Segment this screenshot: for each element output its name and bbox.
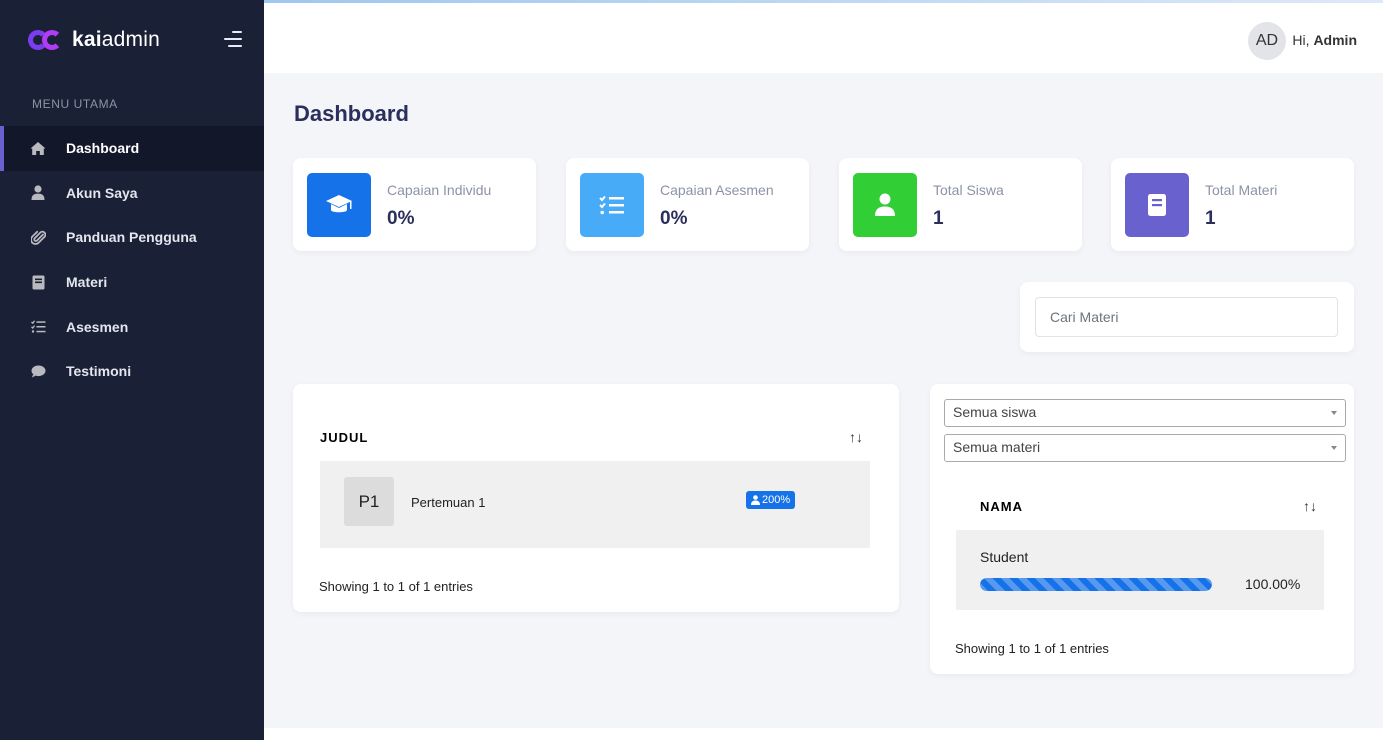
column-header-judul[interactable]: JUDUL	[320, 430, 368, 445]
table-info: Showing 1 to 1 of 1 entries	[319, 579, 473, 594]
materi-code: P1	[344, 477, 394, 526]
comment-icon	[30, 363, 46, 379]
status-badge: 200%	[746, 491, 796, 509]
menu-caption: MENU UTAMA	[32, 97, 118, 111]
sidebar-item-panduan-pengguna[interactable]: Panduan Pengguna	[0, 215, 264, 260]
sidebar-item-dashboard[interactable]: Dashboard	[0, 126, 264, 171]
search-card	[1020, 282, 1354, 352]
sidebar-item-testimoni[interactable]: Testimoni	[0, 349, 264, 394]
stat-label: Total Materi	[1205, 182, 1278, 198]
table-row[interactable]: P1 Pertemuan 1 200%	[320, 461, 870, 548]
table-info: Showing 1 to 1 of 1 entries	[955, 641, 1109, 656]
footer-strip	[264, 728, 1383, 740]
stat-value: 1	[933, 208, 944, 229]
stat-card-total-siswa: Total Siswa 1	[839, 158, 1082, 251]
stat-card-capaian-individu: Capaian Individu 0%	[293, 158, 536, 251]
select-value: Semua siswa	[953, 404, 1037, 420]
home-icon	[30, 140, 46, 156]
sidebar-item-label: Akun Saya	[66, 184, 138, 201]
user-icon	[853, 173, 917, 237]
stat-label: Total Siswa	[933, 182, 1004, 198]
brand-logo-icon[interactable]	[28, 30, 64, 50]
progress-fill	[980, 578, 1212, 591]
username: Admin	[1313, 32, 1357, 48]
stat-value: 0%	[387, 208, 415, 229]
topbar: AD Hi, Admin	[264, 3, 1383, 73]
sidebar-item-label: Asesmen	[66, 318, 129, 335]
sidebar-item-asesmen[interactable]: Asesmen	[0, 304, 264, 349]
sort-icon[interactable]: ↑↓	[849, 429, 870, 445]
column-header-nama[interactable]: NAMA	[980, 499, 1023, 514]
select-value: Semua materi	[953, 439, 1041, 455]
chevron-down-icon	[1331, 411, 1337, 415]
avatar[interactable]: AD	[1248, 22, 1286, 60]
stat-label: Capaian Asesmen	[660, 182, 774, 198]
book-icon	[1125, 173, 1189, 237]
chevron-down-icon	[1331, 446, 1337, 450]
sidebar-toggle-button[interactable]	[224, 31, 242, 47]
sort-icon[interactable]: ↑↓	[1303, 498, 1324, 514]
student-filter-select[interactable]: Semua siswa	[944, 399, 1346, 427]
badge-text: 200%	[762, 494, 791, 506]
sidebar-item-label: Panduan Pengguna	[66, 229, 197, 246]
table-row[interactable]: Student 100.00%	[956, 530, 1324, 610]
checklist-icon	[30, 319, 46, 335]
progress-percent: 100.00%	[1245, 576, 1301, 592]
user-icon	[30, 185, 46, 201]
sidebar-item-label: Dashboard	[66, 140, 140, 157]
checklist-icon	[580, 173, 644, 237]
user-menu[interactable]: Hi, Admin	[1292, 32, 1357, 48]
materi-table-card: JUDUL ↑↓ P1 Pertemuan 1 200% Showing 1 t…	[293, 384, 899, 612]
student-name: Student	[980, 549, 1029, 565]
stat-label: Capaian Individu	[387, 182, 492, 198]
user-icon	[751, 495, 760, 505]
page-title: Dashboard	[294, 101, 409, 126]
sidebar-item-label: Materi	[66, 274, 108, 291]
sidebar-item-materi[interactable]: Materi	[0, 260, 264, 305]
sidebar: kaiadmin MENU UTAMA Dashboard Akun Saya …	[0, 0, 264, 740]
stat-value: 0%	[660, 208, 688, 229]
student-progress-card: Semua siswa Semua materi NAMA ↑↓ Student…	[930, 384, 1354, 674]
brand-header: kaiadmin	[0, 0, 264, 80]
paperclip-icon	[30, 229, 46, 245]
search-input[interactable]	[1035, 297, 1338, 337]
greeting-text: Hi,	[1292, 32, 1310, 48]
stat-card-capaian-asesmen: Capaian Asesmen 0%	[566, 158, 809, 251]
table-header: NAMA ↑↓	[980, 493, 1324, 519]
sidebar-item-label: Testimoni	[66, 363, 132, 380]
progress-bar	[980, 578, 1212, 591]
book-icon	[30, 274, 46, 290]
stat-value: 1	[1205, 208, 1216, 229]
stat-card-total-materi: Total Materi 1	[1111, 158, 1354, 251]
table-header: JUDUL ↑↓	[320, 424, 870, 450]
sidebar-item-akun-saya[interactable]: Akun Saya	[0, 171, 264, 216]
graduation-cap-icon	[307, 173, 371, 237]
materi-filter-select[interactable]: Semua materi	[944, 434, 1346, 462]
materi-title-link[interactable]: Pertemuan 1	[411, 495, 485, 510]
brand-name[interactable]: kaiadmin	[72, 28, 160, 52]
